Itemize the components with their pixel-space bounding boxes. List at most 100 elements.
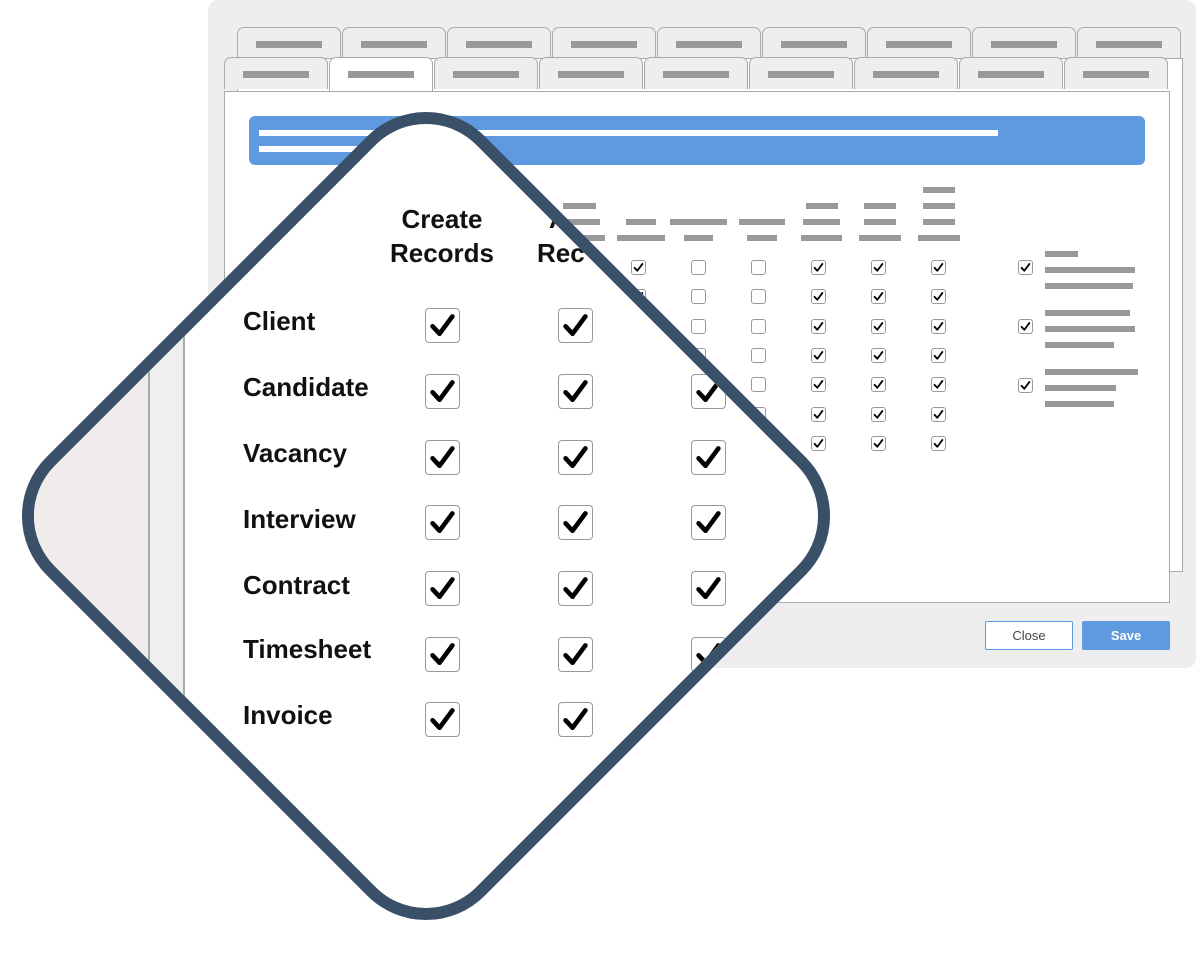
permission-checkbox[interactable] [811,319,826,334]
permission-checkbox[interactable] [931,319,946,334]
permission-checkbox[interactable] [871,377,886,392]
permission-checkbox[interactable] [751,319,766,334]
permission-checkbox-large[interactable] [425,505,460,540]
permission-checkbox[interactable] [931,289,946,304]
column-header-placeholder [923,203,955,209]
permission-checkbox[interactable] [931,260,946,275]
permission-checkbox-large[interactable] [691,505,726,540]
permission-checkbox-large[interactable] [425,440,460,475]
tab[interactable] [329,57,433,92]
column-header-create-records: Create Records [386,202,498,270]
row-label: Interview [243,504,356,534]
permission-checkbox[interactable] [811,407,826,422]
option-checkbox[interactable] [1018,260,1033,275]
permission-checkbox[interactable] [691,289,706,304]
option-label-placeholder [1045,401,1114,407]
permission-checkbox[interactable] [871,289,886,304]
option-checkbox[interactable] [1018,319,1033,334]
tab[interactable] [644,57,748,89]
permission-checkbox-large[interactable] [558,637,593,672]
tab[interactable] [539,57,643,89]
tab[interactable] [434,57,538,89]
permission-checkbox-large[interactable] [425,374,460,409]
tab[interactable] [1077,27,1181,59]
permission-checkbox-large[interactable] [425,308,460,343]
permission-checkbox-large[interactable] [425,637,460,672]
tab-label-placeholder [1083,71,1149,78]
column-header-placeholder [684,235,713,241]
permission-checkbox[interactable] [691,260,706,275]
permission-checkbox-large[interactable] [691,571,726,606]
option-label-placeholder [1045,342,1114,348]
permission-checkbox[interactable] [871,260,886,275]
permission-checkbox-large[interactable] [558,440,593,475]
column-header-placeholder [801,235,842,241]
permission-checkbox[interactable] [811,348,826,363]
tab[interactable] [959,57,1063,89]
tab[interactable] [972,27,1076,59]
tab[interactable] [552,27,656,59]
permission-checkbox[interactable] [751,260,766,275]
permission-checkbox[interactable] [751,348,766,363]
tab[interactable] [762,27,866,59]
option-label-placeholder [1045,310,1130,316]
tab[interactable] [867,27,971,59]
permission-checkbox[interactable] [871,348,886,363]
permission-checkbox-large[interactable] [558,374,593,409]
tab[interactable] [1064,57,1168,89]
checkmark-icon [563,446,588,469]
permission-checkbox[interactable] [931,348,946,363]
permission-checkbox-large[interactable] [425,571,460,606]
tab[interactable] [224,57,328,89]
tab[interactable] [342,27,446,59]
save-button[interactable]: Save [1082,621,1170,650]
row-label: Candidate [242,372,369,402]
column-header-placeholder [864,219,896,225]
close-button[interactable]: Close [985,621,1073,650]
permission-checkbox-large[interactable] [558,505,593,540]
option-label-placeholder [1045,267,1135,273]
checkmark-icon [873,439,884,448]
checkmark-icon [563,380,588,403]
checkmark-icon [1020,381,1031,390]
checkmark-icon [563,314,588,337]
permission-checkbox-large[interactable] [558,702,593,737]
permission-checkbox[interactable] [871,319,886,334]
permission-checkbox[interactable] [691,319,706,334]
checkmark-icon [696,577,721,600]
permission-checkbox[interactable] [811,260,826,275]
permission-checkbox[interactable] [931,407,946,422]
tab-label-placeholder [978,71,1044,78]
row-label: Contract [242,570,350,600]
permission-checkbox-large[interactable] [691,702,726,737]
permission-checkbox[interactable] [931,377,946,392]
checkmark-icon [430,708,455,731]
permission-checkbox-large[interactable] [691,440,726,475]
tab[interactable] [237,27,341,59]
tab[interactable] [749,57,853,89]
tab[interactable] [657,27,761,59]
checkmark-icon [933,410,944,419]
checkmark-icon [696,708,721,731]
permission-checkbox[interactable] [871,436,886,451]
permission-checkbox-large[interactable] [691,374,726,409]
tab[interactable] [854,57,958,89]
permission-checkbox[interactable] [871,407,886,422]
permission-checkbox[interactable] [631,260,646,275]
tab-label-placeholder [571,41,637,48]
option-checkbox[interactable] [1018,378,1033,393]
permission-checkbox[interactable] [811,377,826,392]
checkmark-icon [873,322,884,331]
checkmark-icon [430,446,455,469]
permission-checkbox[interactable] [811,289,826,304]
permission-checkbox[interactable] [751,377,766,392]
permission-checkbox[interactable] [931,436,946,451]
tab-label-placeholder [1096,41,1162,48]
permission-checkbox[interactable] [751,289,766,304]
permission-checkbox[interactable] [811,436,826,451]
tab-label-placeholder [781,41,847,48]
tab[interactable] [447,27,551,59]
permission-checkbox-large[interactable] [558,308,593,343]
permission-checkbox-large[interactable] [558,571,593,606]
permission-checkbox-large[interactable] [425,702,460,737]
